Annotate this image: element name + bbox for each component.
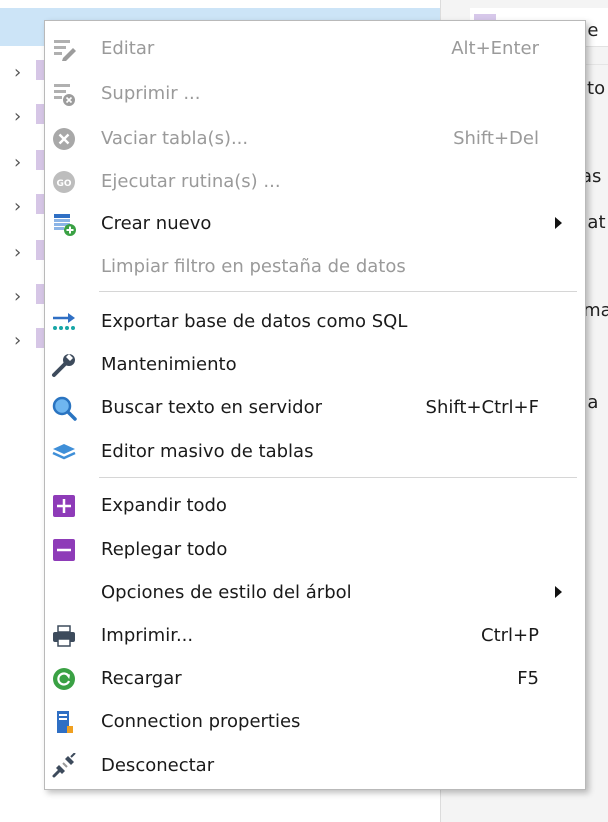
menu-item-label: Ejecutar rutina(s) ... bbox=[101, 171, 281, 192]
context-menu: Editar Alt+Enter Suprimir ... Vaciar tab… bbox=[44, 20, 586, 790]
clear-icon bbox=[51, 126, 77, 152]
menu-item-label: Exportar base de datos como SQL bbox=[101, 311, 408, 332]
menu-item-shortcut: Shift+Ctrl+F bbox=[425, 397, 539, 418]
submenu-arrow-icon bbox=[555, 217, 562, 229]
menu-item-edit[interactable]: Editar Alt+Enter bbox=[45, 29, 585, 69]
menu-item-label: Opciones de estilo del árbol bbox=[101, 582, 352, 603]
go-icon: GO bbox=[51, 169, 77, 195]
server-icon bbox=[51, 709, 77, 735]
database-node-icon bbox=[36, 328, 44, 348]
database-node-icon bbox=[36, 240, 44, 260]
menu-item-create-new[interactable]: Crear nuevo bbox=[45, 204, 585, 244]
menu-item-shortcut: Alt+Enter bbox=[451, 38, 539, 59]
menu-item-label: Editar bbox=[101, 38, 155, 59]
tree-expand-chevron-icon[interactable]: › bbox=[14, 332, 28, 350]
menu-item-tree-style-options[interactable]: Opciones de estilo del árbol bbox=[45, 573, 585, 613]
submenu-arrow-icon bbox=[555, 586, 562, 598]
menu-item-label: Expandir todo bbox=[101, 495, 227, 516]
menu-item-shortcut: Ctrl+P bbox=[481, 625, 539, 646]
tree-expand-chevron-icon[interactable]: › bbox=[14, 288, 28, 306]
reload-icon bbox=[51, 666, 77, 692]
menu-item-print[interactable]: Imprimir... Ctrl+P bbox=[45, 616, 585, 656]
create-new-icon bbox=[51, 211, 77, 237]
database-node-icon bbox=[36, 60, 44, 80]
menu-item-delete[interactable]: Suprimir ... bbox=[45, 74, 585, 114]
edit-icon bbox=[51, 36, 77, 62]
tree-expand-chevron-icon[interactable]: › bbox=[14, 64, 28, 82]
menu-item-disconnect[interactable]: Desconectar bbox=[45, 746, 585, 786]
menu-separator bbox=[99, 291, 577, 292]
tree-expand-chevron-icon[interactable]: › bbox=[14, 198, 28, 216]
menu-item-label: Buscar texto en servidor bbox=[101, 397, 322, 418]
menu-item-clear-tables[interactable]: Vaciar tabla(s)... Shift+Del bbox=[45, 119, 585, 159]
app-window: › › › › › › › de ato las nat rma na bbox=[0, 0, 608, 822]
menu-item-bulk-table-editor[interactable]: Editor masivo de tablas bbox=[45, 432, 585, 472]
menu-item-clear-filter[interactable]: Limpiar filtro en pestaña de datos bbox=[45, 247, 585, 287]
menu-item-label: Vaciar tabla(s)... bbox=[101, 128, 249, 149]
menu-item-label: Connection properties bbox=[101, 711, 301, 732]
menu-item-label: Desconectar bbox=[101, 755, 215, 776]
menu-item-run-routines[interactable]: GO Ejecutar rutina(s) ... bbox=[45, 162, 585, 202]
menu-item-label: Limpiar filtro en pestaña de datos bbox=[101, 256, 406, 277]
database-node-icon bbox=[36, 104, 44, 124]
database-node-icon bbox=[36, 150, 44, 170]
wrench-icon bbox=[51, 352, 77, 378]
database-node-icon bbox=[36, 284, 44, 304]
tree-expand-chevron-icon[interactable]: › bbox=[14, 108, 28, 126]
menu-item-connection-properties[interactable]: Connection properties bbox=[45, 702, 585, 742]
menu-item-maintenance[interactable]: Mantenimiento bbox=[45, 345, 585, 385]
search-icon bbox=[51, 395, 77, 421]
menu-item-export-sql[interactable]: Exportar base de datos como SQL bbox=[45, 302, 585, 342]
layers-icon bbox=[51, 439, 77, 465]
minus-icon bbox=[51, 537, 77, 563]
plus-icon bbox=[51, 493, 77, 519]
tree-expand-chevron-icon[interactable]: › bbox=[14, 244, 28, 262]
tree-expand-chevron-icon[interactable]: › bbox=[14, 154, 28, 172]
svg-text:GO: GO bbox=[56, 179, 71, 189]
menu-item-shortcut: Shift+Del bbox=[453, 128, 539, 149]
menu-item-reload[interactable]: Recargar F5 bbox=[45, 659, 585, 699]
menu-item-label: Crear nuevo bbox=[101, 213, 212, 234]
menu-item-shortcut: F5 bbox=[517, 668, 539, 689]
menu-item-label: Imprimir... bbox=[101, 625, 194, 646]
menu-item-search-server[interactable]: Buscar texto en servidor Shift+Ctrl+F bbox=[45, 388, 585, 428]
disconnect-icon bbox=[51, 753, 77, 779]
menu-item-label: Replegar todo bbox=[101, 539, 228, 560]
menu-item-label: Mantenimiento bbox=[101, 354, 237, 375]
menu-item-collapse-all[interactable]: Replegar todo bbox=[45, 530, 585, 570]
database-node-icon bbox=[36, 194, 44, 214]
menu-item-label: Suprimir ... bbox=[101, 83, 201, 104]
delete-table-icon bbox=[51, 81, 77, 107]
menu-item-expand-all[interactable]: Expandir todo bbox=[45, 486, 585, 526]
menu-separator bbox=[99, 477, 577, 478]
menu-item-label: Recargar bbox=[101, 668, 182, 689]
export-icon bbox=[51, 309, 77, 335]
printer-icon bbox=[51, 623, 77, 649]
menu-item-label: Editor masivo de tablas bbox=[101, 441, 314, 462]
